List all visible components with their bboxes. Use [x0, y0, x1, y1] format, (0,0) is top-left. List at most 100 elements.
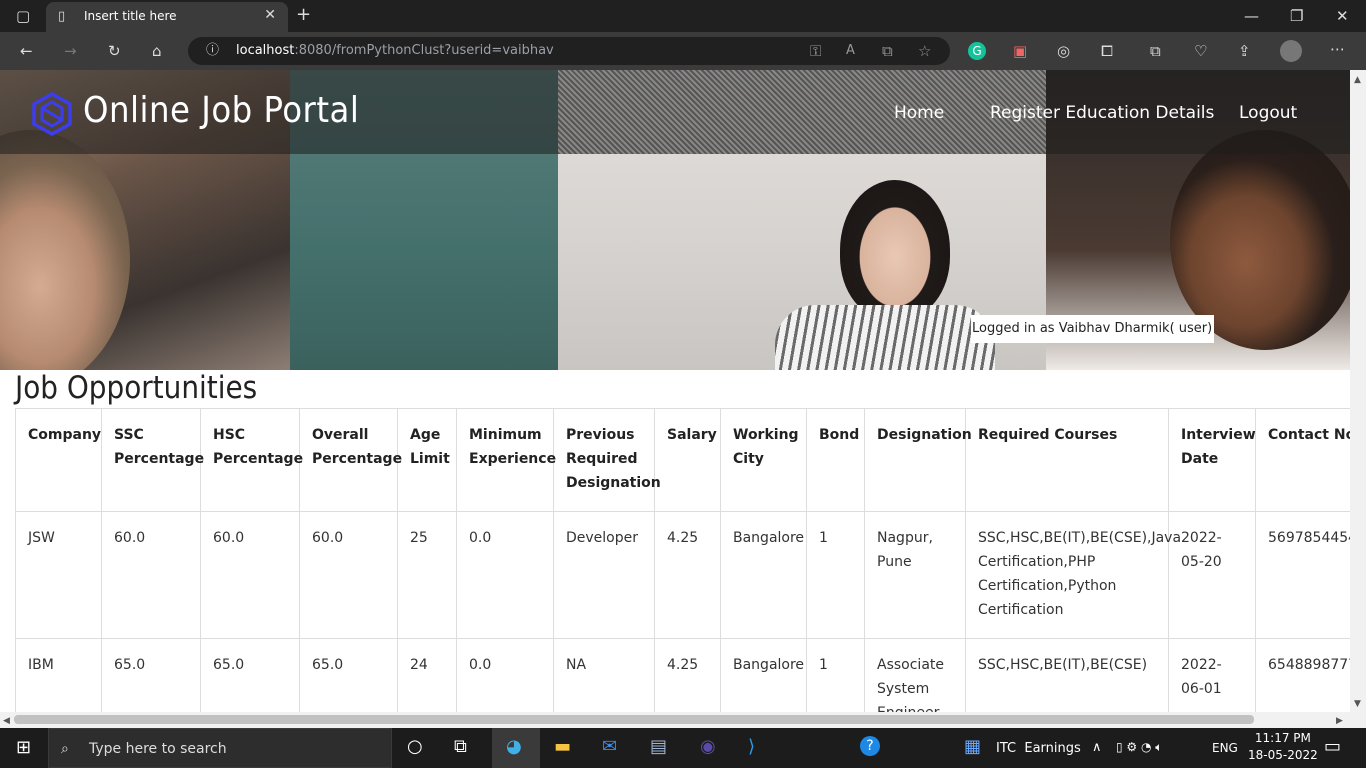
table-cell: 6548898777 — [1255, 638, 1350, 712]
browser-essentials-icon[interactable]: ♡ — [1194, 43, 1207, 59]
table-cell: Bangalore — [720, 511, 807, 639]
scroll-up-icon[interactable]: ▲ — [1354, 72, 1361, 88]
clock-time: 11:17 PM — [1254, 731, 1311, 745]
help-icon[interactable]: ? — [860, 736, 880, 756]
table-cell: SSC,HSC,BE(IT),BE(CSE) — [965, 638, 1169, 712]
table-cell: 65.0 — [101, 638, 201, 712]
new-tab-icon[interactable]: + — [296, 6, 311, 24]
collections-icon[interactable]: ⧉ — [1150, 43, 1161, 59]
table-cell: 2022-06-01 — [1168, 638, 1256, 712]
eclipse-icon[interactable]: ◉ — [700, 736, 716, 757]
browser-tab[interactable]: ▯ Insert title here ✕ — [46, 2, 288, 32]
back-icon[interactable]: ← — [20, 43, 33, 59]
jobs-table: Company SSC Percentage HSC Percentage Overa… — [15, 408, 1350, 712]
table-cell: 25 — [397, 511, 457, 639]
page-icon: ▯ — [58, 9, 66, 24]
tab-actions-icon[interactable]: ▢ — [16, 8, 30, 24]
windows-taskbar: ⊞ ⌕ Type here to search ○ ⧉ ◕ ▬ ✉ ▤ ◉ ⟩ … — [0, 728, 1366, 768]
hero-person-shirt — [775, 305, 995, 370]
table-cell: 65.0 — [200, 638, 300, 712]
column-header: Salary — [654, 408, 721, 512]
scroll-right-icon[interactable]: ▶ — [1336, 713, 1343, 729]
column-header: Previous Required Designation — [553, 408, 661, 512]
record-icon[interactable]: ◎ — [1057, 43, 1070, 59]
forward-icon[interactable]: → — [64, 43, 77, 59]
search-placeholder: Type here to search — [89, 741, 227, 757]
grammarly-icon[interactable]: G — [968, 42, 986, 60]
nav-register-education[interactable]: Register Education Details — [990, 103, 1214, 123]
system-clock[interactable]: 11:17 PM 18-05-2022 — [1248, 730, 1318, 764]
mail-icon[interactable]: ✉ — [602, 736, 617, 757]
restore-icon[interactable]: ❐ — [1290, 8, 1303, 24]
column-header: Designation — [864, 408, 972, 512]
table-cell: NA — [553, 638, 655, 712]
vscode-icon[interactable]: ⟩ — [748, 736, 755, 757]
table-cell: 5697854454 — [1255, 511, 1350, 639]
table-cell: 60.0 — [101, 511, 201, 639]
task-view-icon[interactable]: ⧉ — [454, 736, 467, 757]
nav-logout[interactable]: Logout — [1239, 103, 1297, 123]
horizontal-scroll-thumb[interactable] — [14, 715, 1254, 724]
horizontal-scrollbar[interactable]: ◀ ▶ — [0, 712, 1366, 728]
scroll-left-icon[interactable]: ◀ — [3, 713, 10, 729]
table-cell: 65.0 — [299, 638, 398, 712]
column-header: Contact No — [1255, 408, 1350, 512]
file-explorer-icon[interactable]: ▬ — [554, 736, 571, 757]
url-text[interactable]: localhost:8080/fromPythonClust?userid=va… — [236, 43, 554, 58]
widgets-icon[interactable]: ▦ — [964, 736, 981, 757]
tray-chevron-icon[interactable]: ∧ — [1092, 740, 1102, 755]
home-icon[interactable]: ⌂ — [152, 43, 162, 59]
extension-icon[interactable]: ▣ — [1013, 43, 1027, 59]
network-app-icon[interactable]: ▤ — [650, 736, 667, 757]
column-header: Age Limit — [397, 408, 457, 512]
table-cell: IBM — [15, 638, 102, 712]
scroll-down-icon[interactable]: ▼ — [1354, 696, 1361, 712]
edge-icon[interactable]: ◕ — [492, 728, 540, 768]
share-icon[interactable]: ⇪ — [1238, 43, 1251, 59]
table-cell: 24 — [397, 638, 457, 712]
address-toolbar: ← → ↻ ⌂ ⓘ localhost:8080/fromPythonClust… — [0, 32, 1366, 70]
table-cell: SSC,HSC,BE(IT),BE(CSE),Java Certificatio… — [965, 511, 1181, 639]
brand-title[interactable]: Online Job Portal — [83, 90, 359, 131]
column-header: Required Courses — [965, 408, 1169, 512]
weather-news[interactable]: ITC Earnings — [996, 741, 1081, 756]
table-cell: 60.0 — [299, 511, 398, 639]
minimize-icon[interactable]: — — [1244, 8, 1259, 24]
app-available-icon[interactable]: ⧉ — [882, 43, 893, 59]
url-bar[interactable]: ⓘ localhost:8080/fromPythonClust?userid=… — [188, 37, 950, 65]
more-icon[interactable]: ⋯ — [1330, 41, 1345, 57]
notifications-icon[interactable]: ▭ — [1324, 736, 1341, 757]
tab-title: Insert title here — [84, 9, 177, 23]
table-cell: 4.25 — [654, 511, 721, 639]
navbar-overlay-pattern — [558, 70, 1046, 154]
column-header: HSC Percentage — [200, 408, 303, 512]
input-language[interactable]: ENG — [1212, 741, 1238, 755]
info-icon[interactable]: ⓘ — [206, 43, 219, 59]
hero-banner: Online Job Portal Home Register Educatio… — [0, 70, 1350, 370]
table-cell: 4.25 — [654, 638, 721, 712]
close-tab-icon[interactable]: ✕ — [264, 7, 276, 23]
refresh-icon[interactable]: ↻ — [108, 43, 121, 59]
favorite-icon[interactable]: ☆ — [918, 43, 931, 59]
table-cell: 1 — [806, 511, 865, 639]
hero-person-center — [840, 180, 950, 320]
taskbar-search[interactable]: ⌕ Type here to search — [48, 728, 392, 768]
key-icon[interactable]: ⚿ — [810, 43, 821, 59]
search-icon: ⌕ — [61, 741, 69, 757]
column-header: Minimum Experience — [456, 408, 556, 512]
close-window-icon[interactable]: ✕ — [1336, 8, 1349, 24]
logo-icon[interactable] — [30, 91, 74, 140]
vertical-scrollbar[interactable]: ▲ ▼ — [1350, 70, 1366, 712]
column-header: Working City — [720, 408, 807, 512]
table-cell: Bangalore — [720, 638, 807, 712]
extensions-icon[interactable]: ⧠ — [1101, 43, 1113, 59]
profile-avatar[interactable] — [1280, 40, 1302, 62]
logged-in-status: Logged in as Vaibhav Dharmik( user) — [971, 315, 1214, 343]
windows-start-icon[interactable]: ⊞ — [16, 737, 31, 758]
read-aloud-icon[interactable]: A — [846, 43, 855, 59]
browser-tab-bar: ▢ ▯ Insert title here ✕ + — ❐ ✕ — [0, 0, 1366, 32]
cortana-icon[interactable]: ○ — [407, 736, 423, 757]
column-header: Overall Percentage — [299, 408, 402, 512]
tray-icons[interactable]: ▯ ⚙ ◔ 🔈︎ — [1116, 740, 1162, 755]
nav-home[interactable]: Home — [894, 103, 944, 123]
